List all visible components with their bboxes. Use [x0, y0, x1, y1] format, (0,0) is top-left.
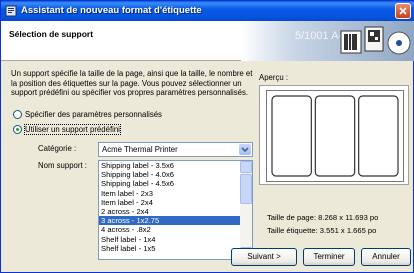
category-select[interactable]: Acme Thermal Printer — [98, 142, 253, 157]
label-size-value: 3.551 x 1.665 po — [319, 226, 377, 235]
label-size-row: Taille étiquette: 3.551 x 1.665 po — [267, 226, 376, 235]
label-column — [358, 95, 399, 177]
app-icon — [5, 5, 17, 17]
finish-button[interactable]: Terminer — [303, 248, 355, 266]
wizard-window: Assistant de nouveau format d'étiquette … — [0, 0, 414, 273]
category-dropdown-button[interactable] — [239, 144, 251, 155]
radio-predefined[interactable] — [13, 125, 22, 134]
media-scrollbar[interactable] — [240, 161, 252, 259]
media-list-item[interactable]: Shelf label - 1x4 — [99, 235, 242, 244]
page-size-label: Taille de page: — [267, 213, 316, 222]
wizard-header: Sélection de support 5/1001 A-11 — [1, 21, 414, 61]
close-button[interactable] — [395, 3, 411, 19]
cancel-button[interactable]: Annuler — [361, 248, 411, 266]
page-size-row: Taille de page: 8.268 x 11.693 po — [267, 213, 378, 222]
radio-custom[interactable] — [13, 110, 22, 119]
next-button[interactable]: Suivant > — [231, 248, 297, 266]
media-name-label: Nom support : — [38, 161, 87, 170]
predefined-media-radio[interactable]: Utiliser un support prédéfini — [13, 124, 121, 135]
category-value: Acme Thermal Printer — [102, 145, 178, 154]
media-list-item[interactable]: 3 across - 1x2.75 — [99, 216, 242, 226]
custom-settings-radio[interactable]: Spécifier des paramètres personnalisés — [13, 110, 162, 119]
media-listbox[interactable]: Shipping label - 3.5x6 Shipping label - 4… — [98, 160, 253, 260]
header-banner-image: 5/1001 A-11 — [241, 21, 414, 61]
page-title: Sélection de support — [9, 29, 94, 39]
scroll-up-button[interactable] — [240, 161, 252, 173]
window-title: Assistant de nouveau format d'étiquette — [21, 5, 202, 16]
preview-panel — [259, 85, 409, 185]
scroll-thumb[interactable] — [240, 174, 252, 204]
chevron-down-icon — [241, 147, 249, 153]
media-list-item[interactable]: Shipping label - 4.5x6 — [99, 179, 242, 188]
media-list-item[interactable]: 2 across - 2x4 — [99, 207, 242, 216]
page-preview — [266, 90, 404, 182]
media-list-item[interactable]: Shipping label - 3.5x6 — [99, 161, 242, 170]
custom-settings-label: Spécifier des paramètres personnalisés — [25, 110, 162, 119]
media-list-item[interactable]: Item label - 2x4 — [99, 198, 242, 207]
media-list-item[interactable]: Shipping label - 4.0x6 — [99, 170, 242, 179]
category-label: Catégorie : — [38, 144, 77, 153]
title-bar[interactable]: Assistant de nouveau format d'étiquette — [1, 1, 414, 21]
media-list-item[interactable]: Item label - 2x3 — [99, 189, 242, 198]
media-list-item[interactable]: Shelf label - 1x5 — [99, 244, 242, 253]
close-icon — [399, 7, 407, 15]
description-text: Un support spécifie la taille de la page… — [11, 69, 253, 97]
label-column — [271, 95, 312, 177]
page-size-value: 8.268 x 11.693 po — [318, 213, 379, 222]
predefined-media-label: Utiliser un support prédéfini — [24, 124, 121, 135]
label-columns — [271, 95, 399, 177]
media-list: Shipping label - 3.5x6 Shipping label - 4… — [99, 161, 242, 253]
label-size-label: Taille étiquette: — [267, 226, 318, 235]
media-list-item[interactable]: 4 across - .8x2 — [99, 225, 242, 234]
label-column — [314, 95, 356, 177]
preview-label: Aperçu : — [259, 73, 289, 82]
